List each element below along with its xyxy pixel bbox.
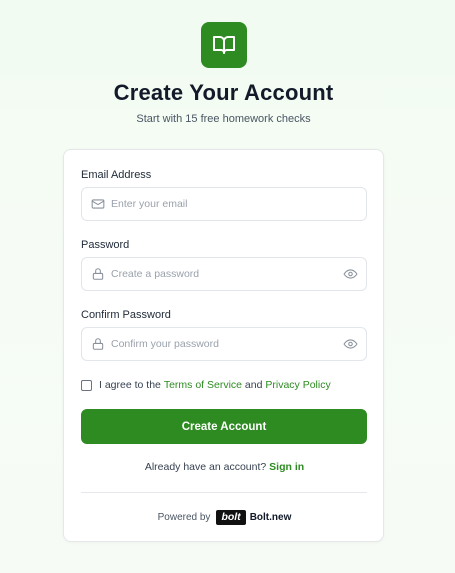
terms-and: and [244,379,263,391]
divider [81,492,367,493]
terms-row: I agree to the Terms of Service and Priv… [81,378,331,392]
email-input[interactable] [111,188,331,220]
confirm-password-label: Confirm Password [81,309,171,321]
password-label: Password [81,239,130,251]
eye-icon[interactable] [343,337,358,351]
confirm-password-input[interactable] [111,328,331,360]
password-input[interactable] [111,258,331,290]
signup-card: Email Address Password Confirm Password [63,149,384,542]
terms-prefix: I agree to the [99,379,161,391]
page-title: Create Your Account [113,80,334,105]
sign-in-link[interactable]: Sign in [269,461,304,473]
page-subtitle: Start with 15 free homework checks [136,113,311,125]
lock-icon [92,338,104,350]
confirm-password-field[interactable] [81,327,367,361]
privacy-policy-link[interactable]: Privacy Policy [265,379,330,391]
terms-checkbox[interactable] [81,379,92,391]
powered-by-label: Powered by [157,512,211,523]
signin-prompt: Already have an account? [144,461,267,473]
mail-icon [91,199,105,209]
book-open-icon [213,36,235,54]
lock-icon [92,268,104,280]
bolt-brand[interactable]: Bolt.new [250,512,292,523]
eye-icon[interactable] [343,267,358,281]
email-label: Email Address [81,169,152,181]
signin-row: Already have an account? Sign in [64,461,385,473]
bolt-logo[interactable]: bolt [216,510,246,525]
terms-of-service-link[interactable]: Terms of Service [164,379,242,391]
powered-by: Powered by bolt Bolt.new [64,510,385,525]
create-account-button[interactable]: Create Account [81,409,367,444]
app-logo [201,22,247,68]
password-field[interactable] [81,257,367,291]
email-field[interactable] [81,187,367,221]
